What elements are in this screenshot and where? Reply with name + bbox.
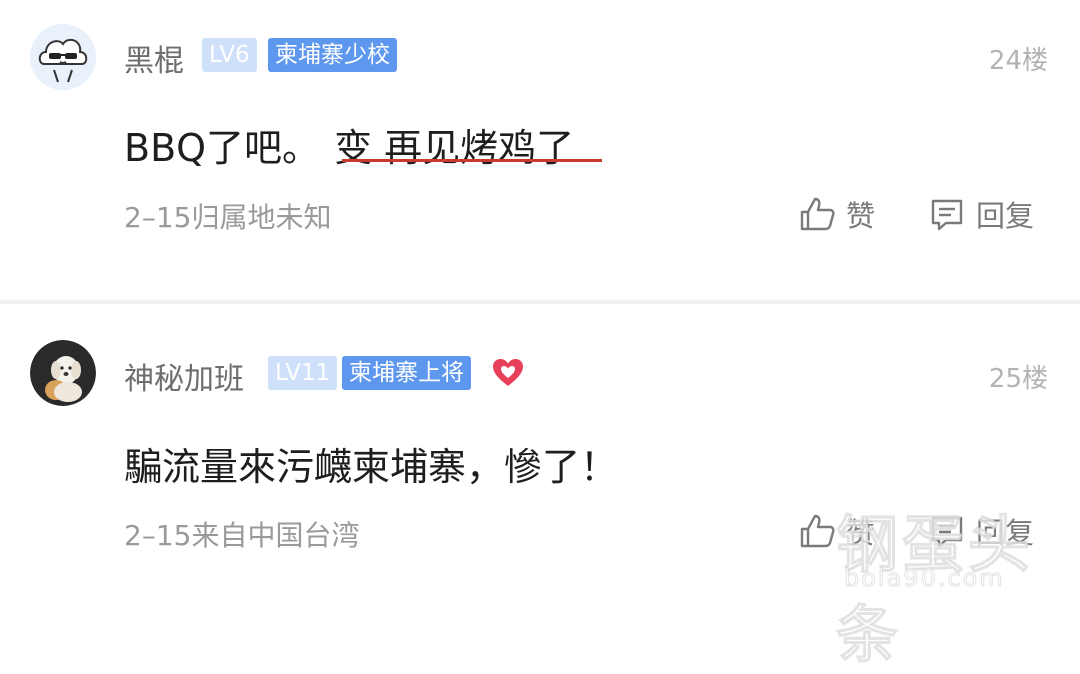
comment-meta: 2–15来自中国台湾 (124, 519, 360, 552)
floor-number: 25楼 (988, 364, 1048, 394)
watermark-url: bola90.com (844, 564, 1005, 593)
heart-icon (493, 359, 523, 386)
watermark: 钢蛋头条 bola90.com (756, 494, 1072, 672)
dog-photo-avatar-icon (30, 340, 96, 406)
level-badge: LV11 (268, 356, 338, 390)
username[interactable]: 神秘加班 (124, 354, 244, 398)
divider (0, 300, 1080, 304)
avatar[interactable] (30, 340, 96, 406)
title-badge: 柬埔寨上将 (342, 356, 471, 390)
comment-25: 神秘加班 LV11 柬埔寨上将 25楼 騙流量來污衊柬埔寨，慘了！ 2–15来自… (0, 0, 1080, 552)
comment-text: 騙流量來污衊柬埔寨，慘了！ (124, 445, 619, 489)
